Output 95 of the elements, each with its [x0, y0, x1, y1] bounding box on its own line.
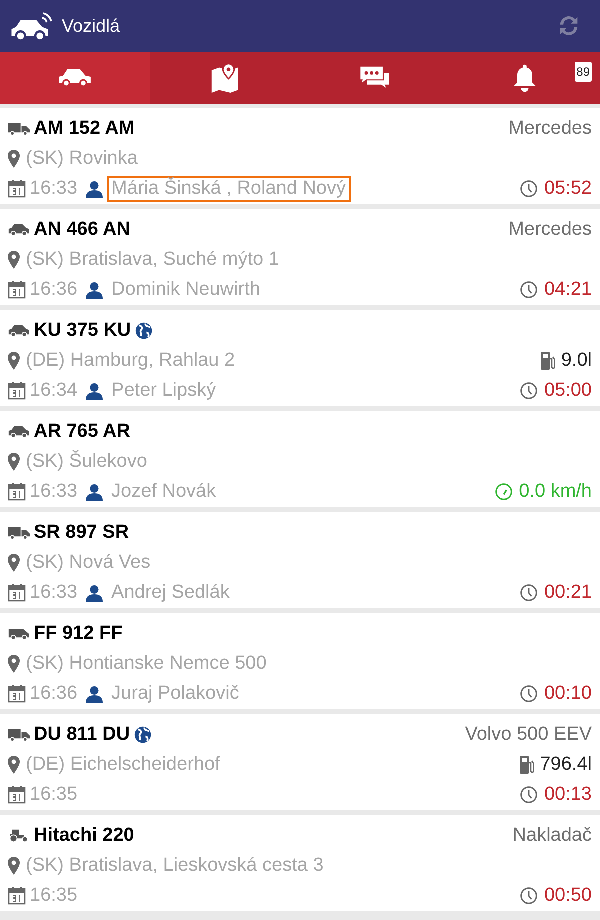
fuel-pump-icon — [541, 352, 556, 370]
calendar-icon — [8, 584, 26, 602]
location-pin-icon — [8, 251, 20, 269]
location-text: (SK) Šulekovo — [26, 451, 148, 473]
vehicle-brand: Mercedes — [508, 118, 592, 140]
notification-badge: 89 — [574, 62, 592, 82]
duration-text: 00:21 — [544, 582, 592, 604]
vehicle-card[interactable]: SR 897 SR (SK) Nová Ves 16:33 Andrej Sedlák 00:21 — [0, 512, 600, 608]
location-text: (SK) Nová Ves — [26, 552, 151, 574]
person-icon — [86, 686, 103, 702]
duration-text: 00:50 — [544, 885, 592, 907]
time-text: 16:35 — [30, 784, 78, 806]
truck-icon — [8, 728, 30, 742]
location-pin-icon — [8, 655, 20, 673]
fuel-level: 796.4l — [540, 754, 592, 776]
driver-name: Mária Šinská , Roland Nový — [106, 176, 351, 202]
vehicle-card[interactable]: AM 152 AM Mercedes (SK) Rovinka 16:33 Mária Šinská , Roland Nový 05:52 — [0, 108, 600, 204]
license-plate: DU 811 DU — [34, 724, 130, 746]
license-plate: AR 765 AR — [34, 421, 130, 443]
calendar-icon — [8, 483, 26, 501]
person-icon — [86, 584, 103, 602]
person-icon — [86, 484, 103, 500]
location-text: (SK) Bratislava, Lieskovská cesta 3 — [26, 855, 324, 877]
clock-icon — [520, 584, 538, 602]
location-pin-icon — [8, 352, 20, 370]
car-icon — [8, 324, 30, 338]
location-text: (SK) Rovinka — [26, 148, 138, 170]
license-plate: KU 375 KU — [34, 320, 132, 342]
vehicle-brand: Volvo 500 EEV — [465, 724, 592, 746]
duration-text: 04:21 — [544, 279, 592, 301]
clock-icon — [520, 786, 538, 804]
duration-text: 05:52 — [544, 178, 592, 200]
location-text: (SK) Hontianske Nemce 500 — [26, 653, 267, 675]
calendar-icon — [8, 685, 26, 703]
driver-name: Dominik Neuwirth — [110, 278, 262, 302]
license-plate: Hitachi 220 — [34, 825, 134, 847]
location-text: (DE) Hamburg, Rahlau 2 — [26, 350, 236, 372]
time-text: 16:33 — [30, 582, 78, 604]
truck-icon — [8, 526, 30, 540]
time-text: 16:36 — [30, 279, 78, 301]
speed-text: 0.0 km/h — [519, 481, 592, 503]
driver-name: Jozef Novák — [110, 480, 218, 504]
vehicle-card[interactable]: KU 375 KU (DE) Hamburg, Rahlau 2 9.0l 16:34 Peter Lipský 05:00 — [0, 310, 600, 406]
calendar-icon — [8, 887, 26, 905]
location-text: (SK) Bratislava, Suché mýto 1 — [26, 249, 280, 271]
clock-icon — [520, 887, 538, 905]
tab[interactable] — [0, 52, 150, 104]
calendar-icon — [8, 786, 26, 804]
vehicle-card[interactable]: AR 765 AR (SK) Šulekovo 16:33 Jozef Novák 0.0 km/h — [0, 411, 600, 507]
truck-icon — [8, 122, 30, 136]
time-text: 16:35 — [30, 885, 78, 907]
window-title: Vozidlá — [62, 16, 120, 36]
calendar-icon — [8, 281, 26, 299]
location-pin-icon — [8, 453, 20, 471]
person-icon — [86, 180, 103, 198]
license-plate: AN 466 AN — [34, 219, 130, 241]
clock-icon — [520, 281, 538, 299]
tractor-icon — [8, 829, 30, 843]
license-plate: SR 897 SR — [34, 522, 130, 544]
clock-icon — [520, 180, 538, 198]
location-pin-icon — [8, 756, 20, 774]
location-pin-icon — [8, 554, 20, 572]
person-icon — [86, 282, 103, 298]
duration-text: 00:10 — [544, 683, 592, 705]
vehicle-card[interactable]: Hitachi 220 Nakladač (SK) Bratislava, Lieskovská cesta 3 16:35 00:50 — [0, 815, 600, 911]
location-pin-icon — [8, 150, 20, 168]
location-text: (DE) Eichelscheiderhof — [26, 754, 220, 776]
clock-icon — [520, 382, 538, 400]
fuel-level: 9.0l — [561, 350, 592, 372]
calendar-icon — [8, 382, 26, 400]
driver-name: Andrej Sedlák — [110, 581, 231, 605]
time-text: 16:36 — [30, 683, 78, 705]
vehicle-card[interactable]: AN 466 AN Mercedes (SK) Bratislava, Suché mýto 1 16:36 Dominik Neuwirth 04:21 — [0, 209, 600, 305]
duration-text: 05:00 — [544, 380, 592, 402]
person-icon — [86, 382, 103, 400]
license-plate: AM 152 AM — [34, 118, 135, 140]
clock-icon — [520, 685, 538, 703]
driver-name: Peter Lipský — [110, 379, 218, 403]
car-icon — [8, 223, 30, 237]
vehicle-card[interactable]: FF 912 FF (SK) Hontianske Nemce 500 16:36 Juraj Polakovič 00:10 — [0, 613, 600, 709]
vehicle-brand: Mercedes — [508, 219, 592, 241]
duration-text: 00:13 — [544, 784, 592, 806]
time-text: 16:33 — [30, 178, 78, 200]
license-plate: FF 912 FF — [34, 623, 123, 645]
fuel-pump-icon — [520, 756, 534, 774]
van-icon — [8, 627, 30, 641]
car-icon — [8, 425, 30, 439]
vehicle-brand: Nakladač — [512, 825, 592, 847]
time-text: 16:33 — [30, 481, 78, 503]
speedometer-icon — [495, 483, 514, 501]
vehicle-card[interactable]: DU 811 DU Volvo 500 EEV (DE) Eichelscheiderhof 796.4l 16:35 00:13 — [0, 714, 600, 810]
calendar-icon — [8, 180, 26, 198]
location-pin-icon — [8, 857, 20, 875]
driver-name: Juraj Polakovič — [110, 682, 240, 706]
time-text: 16:34 — [30, 380, 78, 402]
